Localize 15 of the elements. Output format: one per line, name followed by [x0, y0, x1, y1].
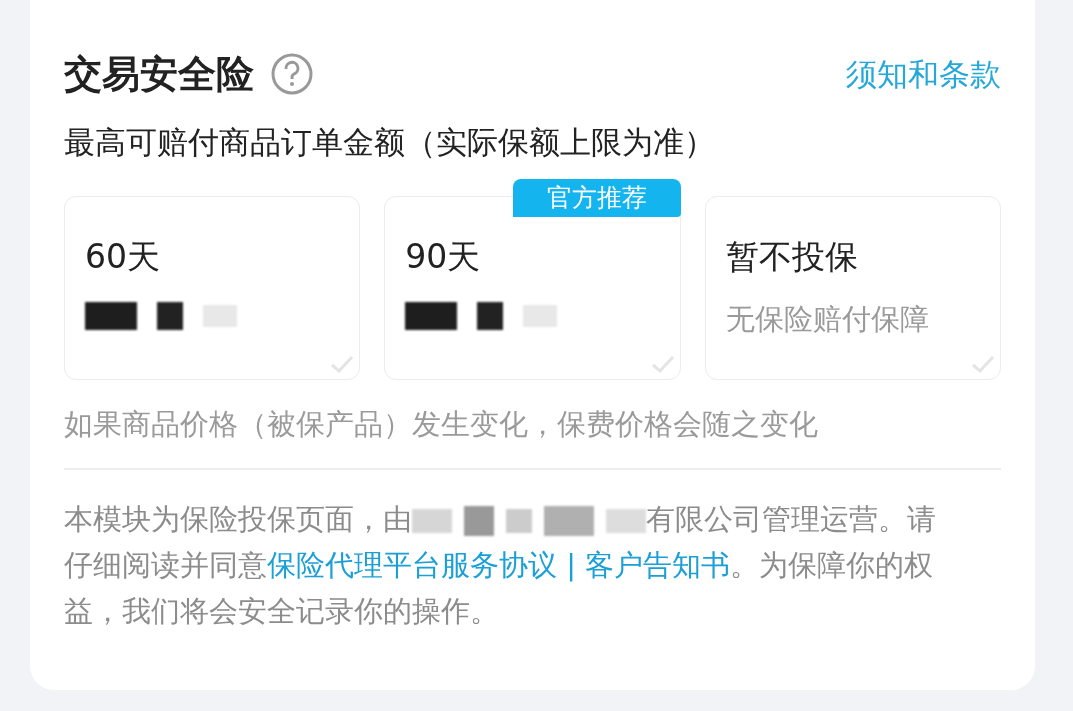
- help-icon[interactable]: [270, 52, 314, 96]
- check-icon: [329, 353, 356, 375]
- price-change-note: 如果商品价格（被保产品）发生变化，保费价格会随之变化: [64, 406, 819, 443]
- disclaimer-text: 本模块为保险投保页面，由 有限公司管理运营。请仔细阅读并同意保险代理平台服务协议 | 客户告知书。为保障你的权益，我们将会安全记录你的操作。: [64, 501, 937, 630]
- coverage-description: 最高可赔付商品订单金额（实际保额上限为准）: [64, 123, 716, 162]
- plan-option[interactable]: 暂不投保 无保险赔付保障: [704, 196, 1001, 380]
- plan-title: 90天: [405, 236, 482, 278]
- check-icon: [649, 353, 676, 375]
- check-icon: [970, 353, 996, 375]
- plan-title: 暂不投保: [725, 236, 859, 278]
- recommend-badge: 官方推荐: [512, 179, 681, 217]
- plan-subtitle: 无保险赔付保障: [725, 301, 930, 338]
- plan-title: 60天: [85, 236, 161, 278]
- section-title: 交易安全险: [64, 51, 254, 98]
- plan-option[interactable]: 60天: [64, 196, 361, 380]
